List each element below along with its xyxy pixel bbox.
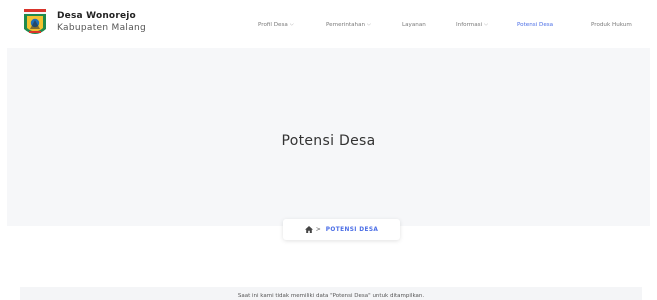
nav-item-label: Potensi Desa (517, 22, 554, 28)
nav-item-label: Profil Desa (258, 22, 288, 28)
nav-item-informasi[interactable]: Informasi ⌵ (456, 19, 488, 31)
home-icon[interactable] (304, 226, 313, 233)
nav-item-label: Informasi (456, 22, 483, 28)
nav-item-label: Layanan (402, 22, 426, 28)
nav-item-potensi-desa[interactable]: Potensi Desa (517, 19, 553, 31)
breadcrumb: > POTENSI DESA (283, 219, 400, 240)
main-menu: Profil Desa ⌵ Pemerintahan ⌵ Layanan Inf… (0, 19, 657, 31)
navbar: Desa Wonorejo Kabupaten Malang Profil De… (0, 0, 657, 48)
nav-item-produk-hukum[interactable]: Produk Hukum (591, 19, 632, 31)
nav-item-label: Pemerintahan (326, 22, 366, 28)
chevron-down-icon: ⌵ (484, 21, 488, 28)
nav-item-label: Produk Hukum (591, 22, 632, 28)
nav-item-layanan[interactable]: Layanan (402, 19, 426, 31)
empty-state-text: Saat ini kami tidak memiliki data "Poten… (237, 293, 425, 299)
breadcrumb-current: POTENSI DESA (325, 226, 379, 233)
chevron-down-icon: ⌵ (367, 21, 371, 28)
empty-state-notice: Saat ini kami tidak memiliki data "Poten… (20, 287, 642, 300)
chevron-down-icon: ⌵ (289, 21, 294, 28)
nav-item-profil-desa[interactable]: Profil Desa ⌵ (258, 19, 294, 31)
breadcrumb-separator: > (315, 226, 321, 233)
nav-item-pemerintahan[interactable]: Pemerintahan ⌵ (326, 19, 371, 31)
page-title: Potensi Desa (281, 133, 376, 149)
